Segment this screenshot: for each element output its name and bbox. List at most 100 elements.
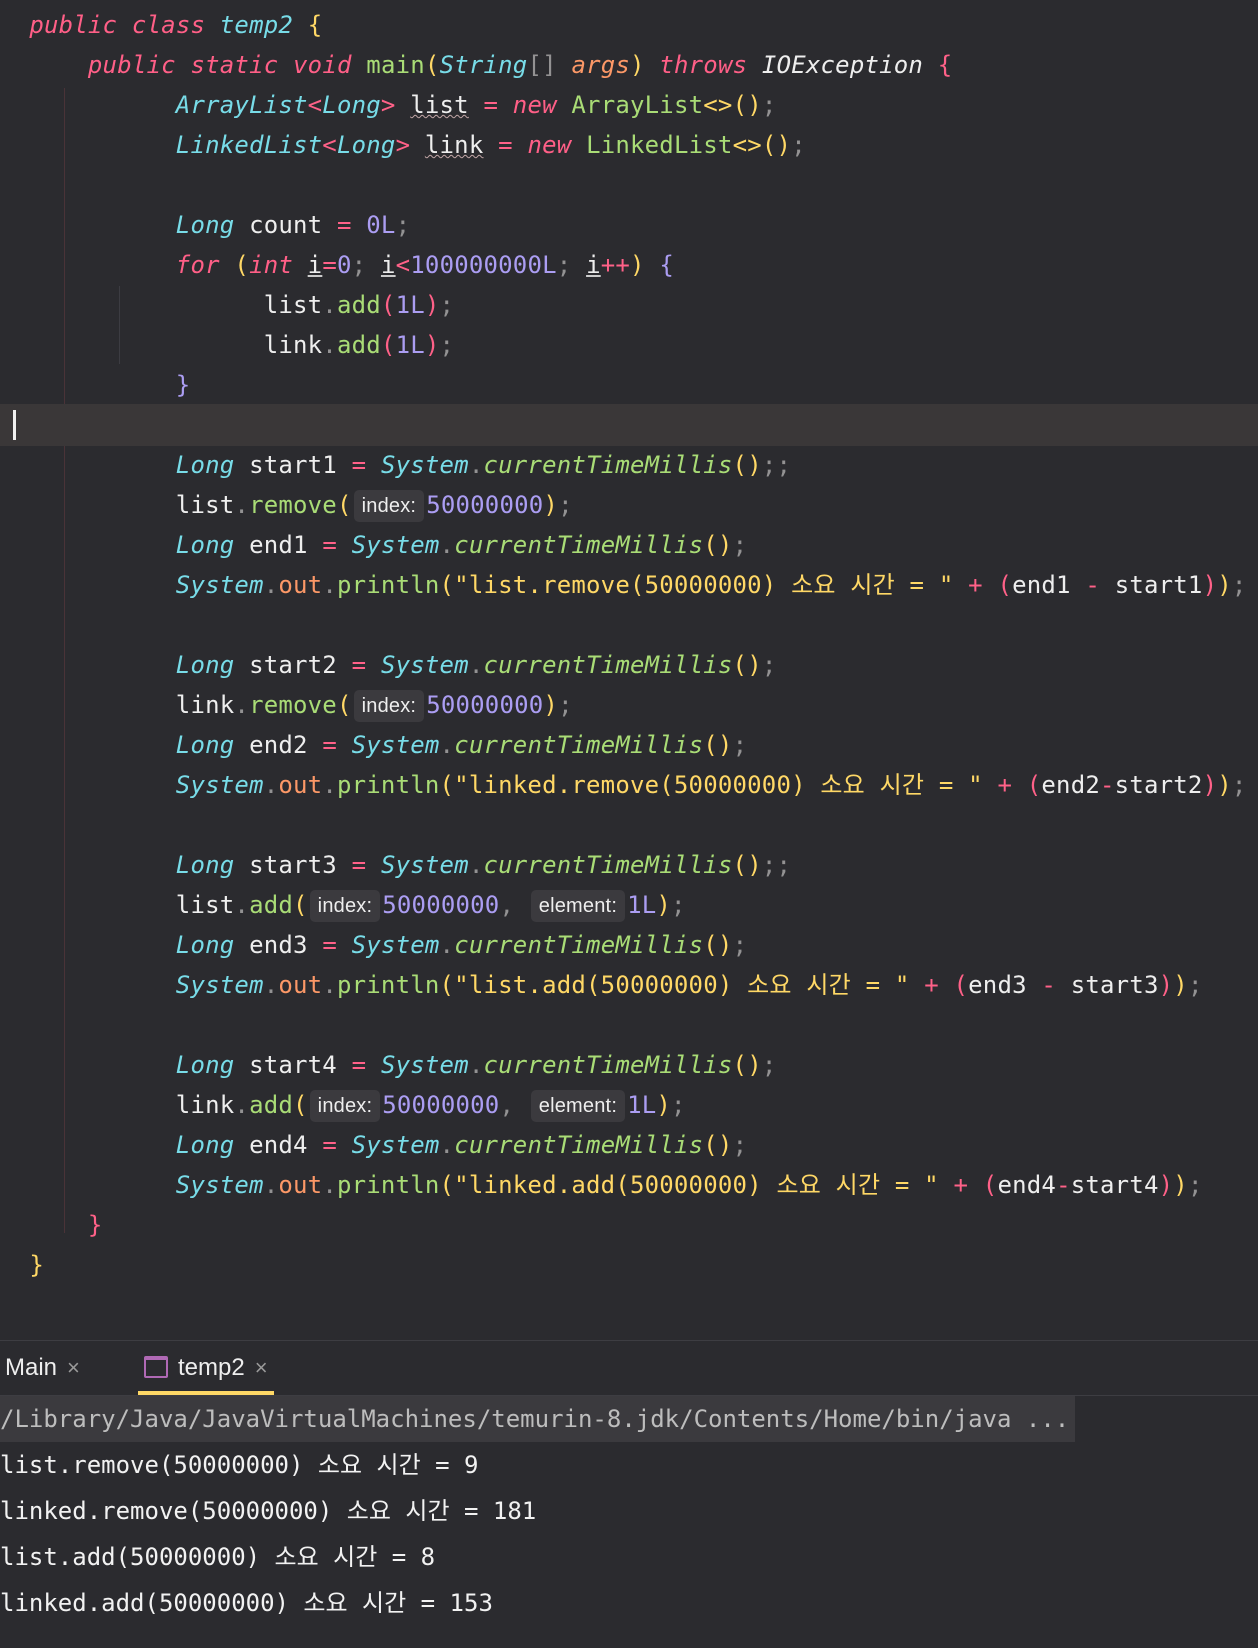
dot: . — [263, 971, 279, 999]
number-literal: 1L — [395, 291, 425, 319]
paren: ( — [439, 971, 455, 999]
close-icon[interactable]: × — [255, 1355, 268, 1380]
semicolon: ; — [1187, 971, 1203, 999]
code-line[interactable]: Long start4 = System.currentTimeMillis()… — [0, 1044, 1258, 1086]
code-line[interactable]: public static void main(String[] args) t… — [0, 44, 1258, 86]
number-literal: 50000000 — [382, 1091, 500, 1119]
variable: list — [175, 491, 235, 519]
type-name: Long — [322, 91, 381, 119]
type-name: Long — [175, 931, 235, 959]
string-literal: "linked.remove(50000000) 소요 시간 = " — [454, 771, 983, 799]
tab-temp2[interactable]: temp2 × — [138, 1341, 274, 1395]
operator: = — [351, 851, 367, 879]
brace: } — [87, 1211, 103, 1239]
paren: ( — [380, 331, 396, 359]
parameter-hint: index: — [309, 1090, 381, 1122]
code-line[interactable]: Long end4 = System.currentTimeMillis(); — [0, 1124, 1258, 1166]
code-line[interactable]: link.add(index: 50000000, element: 1L); — [0, 1084, 1258, 1126]
operator: + — [953, 1171, 969, 1199]
class-name: System — [380, 851, 469, 879]
operator: = — [351, 1051, 367, 1079]
current-line[interactable] — [0, 404, 1258, 446]
code-line[interactable]: Long end2 = System.currentTimeMillis(); — [0, 724, 1258, 766]
dot: . — [439, 731, 455, 759]
paren: ) — [656, 891, 672, 919]
comma: , — [499, 1091, 515, 1119]
paren: ( — [439, 771, 455, 799]
number-literal: 50000000 — [426, 691, 544, 719]
code-line[interactable]: LinkedList<Long> link = new LinkedList<>… — [0, 124, 1258, 166]
class-name: System — [175, 571, 264, 599]
method-call: currentTimeMillis — [483, 651, 733, 679]
paren: () — [761, 131, 792, 159]
method-call: add — [249, 891, 294, 919]
code-line[interactable]: Long end1 = System.currentTimeMillis(); — [0, 524, 1258, 566]
semicolon: ; — [558, 691, 573, 719]
code-line[interactable]: System.out.println("list.remove(50000000… — [0, 564, 1258, 606]
operator: <> — [703, 91, 733, 119]
semicolon: ; — [351, 251, 367, 279]
code-line[interactable]: System.out.println("linked.add(50000000)… — [0, 1164, 1258, 1206]
paren: () — [732, 851, 762, 879]
method-call: currentTimeMillis — [483, 851, 733, 879]
code-line[interactable]: list.remove(index: 50000000); — [0, 484, 1258, 526]
class-name: LinkedList — [586, 131, 733, 159]
paren: ) — [1217, 771, 1232, 799]
code-line[interactable]: Long start3 = System.currentTimeMillis()… — [0, 844, 1258, 886]
code-line[interactable]: Long count = 0L; — [0, 204, 1258, 246]
code-line[interactable]: Long start1 = System.currentTimeMillis()… — [0, 444, 1258, 486]
code-editor[interactable]: public class temp2 { public static void … — [0, 0, 1258, 1340]
console-command[interactable]: /Library/Java/JavaVirtualMachines/temuri… — [0, 1396, 1076, 1442]
paren: ( — [424, 51, 440, 79]
code-line[interactable]: } — [0, 1204, 1258, 1246]
dot: . — [263, 1171, 279, 1199]
operator: - — [1100, 771, 1115, 799]
paren: ) — [630, 51, 645, 79]
type-name: Long — [336, 131, 396, 159]
keyword: public — [29, 11, 118, 39]
variable: start4 — [249, 1051, 337, 1079]
operator: + — [924, 971, 939, 999]
dot: . — [234, 491, 250, 519]
number-literal: 1L — [627, 891, 657, 919]
code-line[interactable]: } — [0, 364, 1258, 406]
code-line[interactable]: System.out.println("list.add(50000000) 소… — [0, 964, 1258, 1006]
code-line[interactable]: Long end3 = System.currentTimeMillis(); — [0, 924, 1258, 966]
paren: () — [732, 91, 762, 119]
type-name: Long — [175, 211, 235, 239]
method-call: currentTimeMillis — [483, 1051, 733, 1079]
console-output[interactable]: /Library/Java/JavaVirtualMachines/temuri… — [0, 1396, 1258, 1648]
field: out — [278, 771, 323, 799]
paren: ) — [1217, 571, 1232, 599]
code-line[interactable]: ArrayList<Long> list = new ArrayList<>()… — [0, 84, 1258, 126]
code-line[interactable]: for (int i=0; i<100000000L; i++) { — [0, 244, 1258, 286]
operator: = — [322, 251, 337, 279]
code-line[interactable]: } — [0, 1244, 1258, 1286]
tab-main[interactable]: Main × — [5, 1341, 80, 1395]
code-line[interactable]: System.out.println("linked.remove(500000… — [0, 764, 1258, 806]
close-icon[interactable]: × — [67, 1355, 80, 1380]
code-line[interactable]: list.add(1L); — [0, 284, 1258, 326]
code-line[interactable]: Long start2 = System.currentTimeMillis()… — [0, 644, 1258, 686]
paren: () — [703, 931, 733, 959]
type-name: Long — [175, 851, 235, 879]
operator: <> — [732, 131, 762, 159]
number-literal: 0L — [366, 211, 396, 239]
dot: . — [263, 771, 279, 799]
dot: . — [468, 851, 484, 879]
semicolon: ; — [439, 331, 455, 359]
variable: end1 — [1012, 571, 1071, 599]
method-call: currentTimeMillis — [454, 531, 704, 559]
brace: } — [29, 1251, 44, 1279]
code-line[interactable]: link.add(1L); — [0, 324, 1258, 366]
method-call: currentTimeMillis — [483, 451, 733, 479]
code-line[interactable]: list.add(index: 50000000, element: 1L); — [0, 884, 1258, 926]
code-line[interactable]: public class temp2 { — [0, 4, 1258, 46]
variable: end3 — [249, 931, 308, 959]
dot: . — [263, 571, 279, 599]
class-name: System — [351, 931, 440, 959]
paren: ) — [543, 691, 559, 719]
variable: link — [175, 691, 235, 719]
code-line[interactable]: link.remove(index: 50000000); — [0, 684, 1258, 726]
paren: ) — [1158, 1171, 1174, 1199]
